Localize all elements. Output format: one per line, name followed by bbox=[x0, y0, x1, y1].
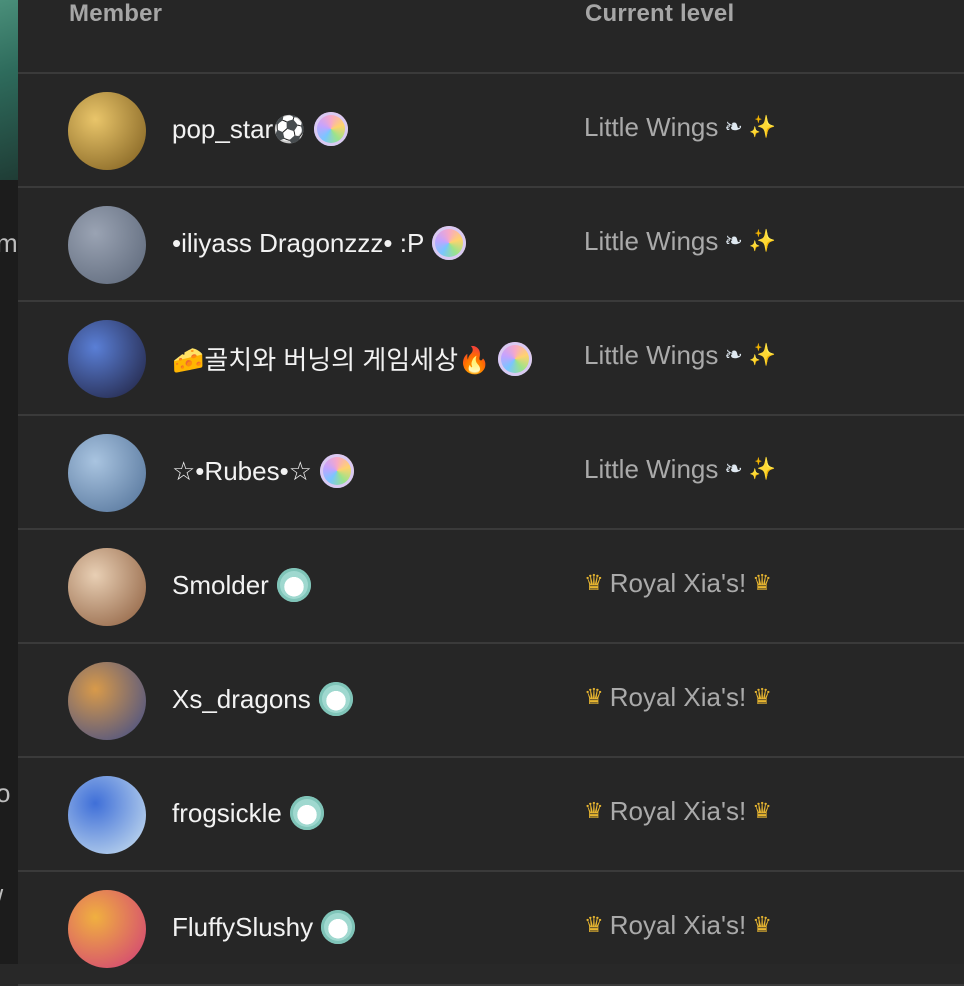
member-name[interactable]: frogsickle bbox=[172, 798, 282, 829]
dog-badge-icon bbox=[276, 568, 311, 602]
background-text-fragment: o bbox=[0, 778, 11, 808]
level-label: Royal Xia's! bbox=[609, 796, 747, 826]
member-row[interactable]: Smolder ♛ Royal Xia's! ♛ bbox=[18, 530, 964, 644]
crown-icon: ♛ bbox=[752, 685, 772, 710]
dog-badge-icon bbox=[289, 796, 324, 830]
member-level: Little Wings ❧ ✨ bbox=[584, 340, 776, 371]
member-avatar[interactable] bbox=[68, 320, 146, 398]
crown-icon: ♛ bbox=[584, 799, 604, 824]
member-name[interactable]: ☆•Rubes•☆ bbox=[172, 456, 312, 487]
member-row[interactable]: ☆•Rubes•☆ Little Wings ❧ ✨ bbox=[18, 416, 964, 530]
sparkles-icon: ✨ bbox=[748, 229, 777, 254]
member-name-group: pop_star⚽ bbox=[172, 112, 348, 146]
crown-icon: ♛ bbox=[752, 799, 772, 824]
crown-icon: ♛ bbox=[752, 571, 772, 596]
background-image-fragment bbox=[0, 0, 18, 180]
crown-icon: ♛ bbox=[584, 571, 604, 596]
member-row[interactable]: Xs_dragons ♛ Royal Xia's! ♛ bbox=[18, 644, 964, 758]
member-level: ♛ Royal Xia's! ♛ bbox=[584, 910, 772, 941]
level-label: Little Wings bbox=[584, 226, 719, 256]
column-header-member: Member bbox=[69, 0, 163, 27]
member-avatar[interactable] bbox=[68, 92, 146, 170]
rainbow-badge-icon bbox=[313, 112, 348, 146]
member-name-group: 🧀골치와 버닝의 게임세상🔥 bbox=[172, 340, 533, 377]
member-name[interactable]: pop_star⚽ bbox=[172, 114, 306, 145]
member-row[interactable]: pop_star⚽ Little Wings ❧ ✨ bbox=[18, 74, 964, 188]
level-label: Royal Xia's! bbox=[609, 568, 747, 598]
level-label: Little Wings bbox=[584, 112, 719, 142]
member-level: Little Wings ❧ ✨ bbox=[584, 112, 776, 143]
member-avatar[interactable] bbox=[68, 662, 146, 740]
feather-icon: ❧ bbox=[724, 229, 743, 254]
member-name-group: frogsickle bbox=[172, 796, 324, 830]
member-row[interactable]: •iliyass Dragonzzz• :P Little Wings ❧ ✨ bbox=[18, 188, 964, 302]
member-row[interactable]: 🧀골치와 버닝의 게임세상🔥 Little Wings ❧ ✨ bbox=[18, 302, 964, 416]
member-name-group: •iliyass Dragonzzz• :P bbox=[172, 226, 467, 260]
level-label: Royal Xia's! bbox=[609, 682, 747, 712]
member-name[interactable]: 🧀골치와 버닝의 게임세상🔥 bbox=[172, 340, 490, 377]
level-label: Little Wings bbox=[584, 454, 719, 484]
crown-icon: ♛ bbox=[584, 913, 604, 938]
level-label: Little Wings bbox=[584, 340, 719, 370]
member-name-group: Smolder bbox=[172, 568, 311, 602]
feather-icon: ❧ bbox=[724, 115, 743, 140]
member-row[interactable]: FluffySlushy ♛ Royal Xia's! ♛ bbox=[18, 872, 964, 986]
column-header-current-level: Current level bbox=[585, 0, 735, 27]
member-name-group: ☆•Rubes•☆ bbox=[172, 454, 354, 488]
feather-icon: ❧ bbox=[724, 343, 743, 368]
member-avatar[interactable] bbox=[68, 434, 146, 512]
background-text-fragment: / bbox=[0, 884, 3, 915]
member-level: ♛ Royal Xia's! ♛ bbox=[584, 568, 772, 599]
rainbow-badge-icon bbox=[432, 226, 467, 260]
member-level: ♛ Royal Xia's! ♛ bbox=[584, 682, 772, 713]
member-name-group: FluffySlushy bbox=[172, 910, 356, 944]
member-avatar[interactable] bbox=[68, 548, 146, 626]
member-row[interactable]: frogsickle ♛ Royal Xia's! ♛ bbox=[18, 758, 964, 872]
sparkles-icon: ✨ bbox=[748, 457, 777, 482]
member-level: ♛ Royal Xia's! ♛ bbox=[584, 796, 772, 827]
member-name[interactable]: Smolder bbox=[172, 570, 269, 601]
rainbow-badge-icon bbox=[498, 341, 533, 376]
dog-badge-icon bbox=[321, 910, 356, 944]
background-text-fragment: m bbox=[0, 228, 18, 258]
members-table: Member Current level pop_star⚽ Little Win… bbox=[18, 0, 964, 986]
sparkles-icon: ✨ bbox=[748, 115, 777, 140]
member-avatar[interactable] bbox=[68, 776, 146, 854]
table-header: Member Current level bbox=[18, 0, 964, 74]
member-name-group: Xs_dragons bbox=[172, 682, 353, 716]
rainbow-badge-icon bbox=[319, 454, 354, 488]
member-name[interactable]: FluffySlushy bbox=[172, 912, 313, 943]
crown-icon: ♛ bbox=[584, 685, 604, 710]
crown-icon: ♛ bbox=[752, 913, 772, 938]
member-name[interactable]: •iliyass Dragonzzz• :P bbox=[172, 228, 424, 259]
feather-icon: ❧ bbox=[724, 457, 743, 482]
member-avatar[interactable] bbox=[68, 890, 146, 968]
member-level: Little Wings ❧ ✨ bbox=[584, 454, 776, 485]
level-label: Royal Xia's! bbox=[609, 910, 747, 940]
dog-badge-icon bbox=[318, 682, 353, 716]
member-name[interactable]: Xs_dragons bbox=[172, 684, 311, 715]
member-avatar[interactable] bbox=[68, 206, 146, 284]
member-level: Little Wings ❧ ✨ bbox=[584, 226, 776, 257]
background-sidebar-fragment: m o / bbox=[0, 0, 18, 964]
sparkles-icon: ✨ bbox=[748, 343, 777, 368]
